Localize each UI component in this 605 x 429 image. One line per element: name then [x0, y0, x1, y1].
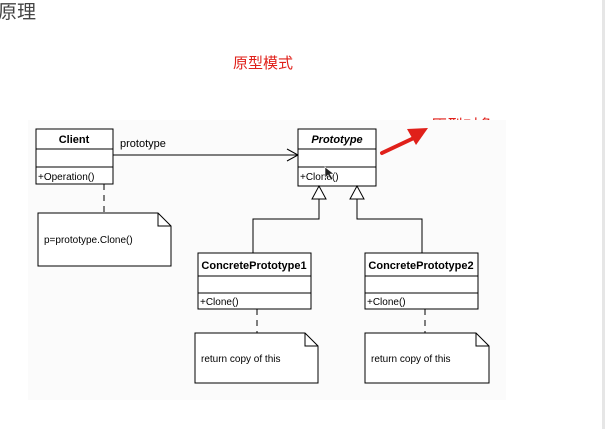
client-note-text: p=prototype.Clone()	[44, 235, 133, 246]
concrete-prototype1-operation: +Clone()	[200, 297, 239, 308]
client-operation: +Operation()	[38, 172, 94, 183]
concrete-prototype2-operation: +Clone()	[367, 297, 406, 308]
slide: 原理 原型模式 原型对象 Client +Operation() prototy…	[0, 0, 605, 429]
concrete-prototype2-class: ConcretePrototype2 +Clone()	[364, 252, 479, 310]
concrete-prototype1-note: return copy of this	[194, 332, 319, 384]
concrete-prototype2-note: return copy of this	[364, 332, 490, 384]
prototype-class-name: Prototype	[311, 134, 362, 146]
client-class: Client +Operation()	[35, 128, 114, 185]
concrete-prototype2-note-text: return copy of this	[371, 354, 450, 365]
concrete-prototype2-name: ConcretePrototype2	[368, 260, 473, 272]
concrete-prototype1-note-text: return copy of this	[201, 354, 280, 365]
association-label: prototype	[120, 138, 166, 150]
concrete-prototype1-class: ConcretePrototype1 +Clone()	[197, 252, 312, 310]
prototype-class: Prototype +Clone()	[297, 128, 377, 187]
uml-class-diagram: Client +Operation() prototype Prototype …	[28, 120, 506, 400]
client-note: p=prototype.Clone()	[37, 212, 172, 267]
client-class-name: Client	[59, 134, 90, 146]
concrete-prototype1-name: ConcretePrototype1	[201, 260, 306, 272]
